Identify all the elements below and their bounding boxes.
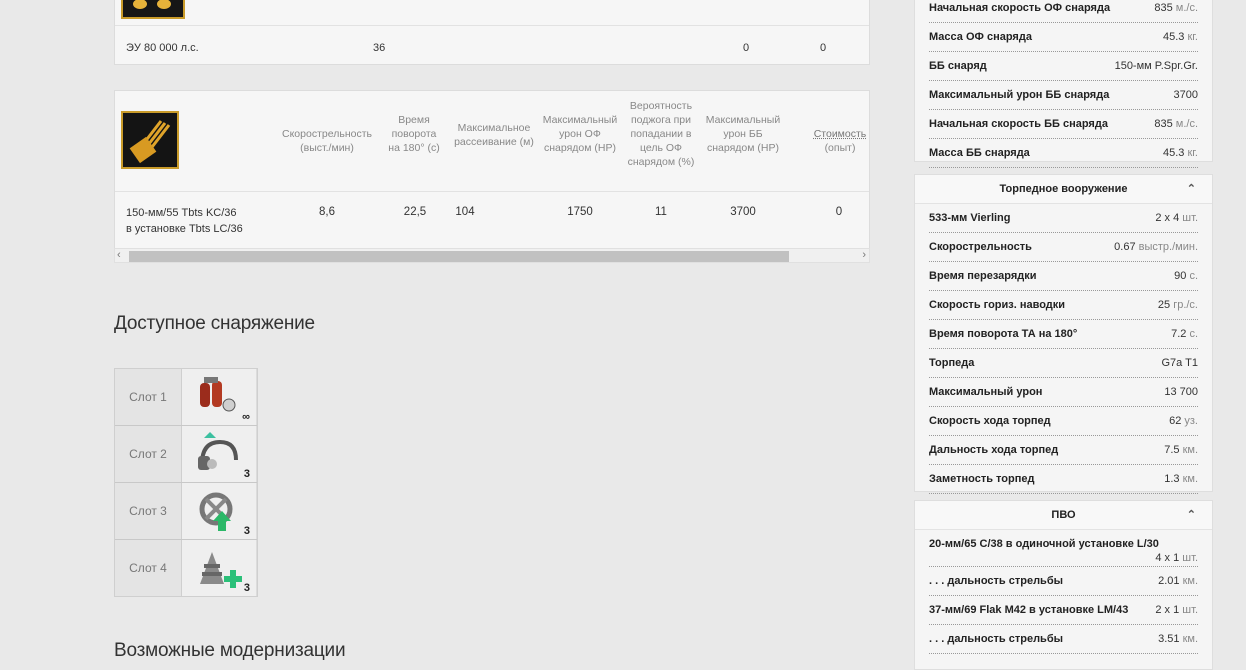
slot-count: 3 [243, 525, 250, 537]
slot-count: 3 [243, 582, 250, 594]
stat-row: Масса ББ снаряда 45.3 кг. [929, 139, 1198, 168]
stat-row: Дальность хода торпед 7.5 км. [929, 436, 1198, 465]
main-battery-table: Скорострельность (выст./мин) Время повор… [114, 90, 870, 250]
stat-row: Скорость хода торпед 62 уз. [929, 407, 1198, 436]
table-row: 150-мм/55 Tbts KC/36 в установке Tbts LC… [115, 192, 869, 248]
engine-boost-icon[interactable]: 3 [182, 483, 256, 539]
cell-rate-of-fire: 8,6 [319, 206, 335, 218]
stat-row: Начальная скорость ББ снаряда 835 м./с. [929, 110, 1198, 139]
stat-row: . . . дальность стрельбы 2.01 км. [929, 567, 1198, 596]
stat-row: 37-мм/69 Flak M42 в установке LM/43 2 x 1… [929, 596, 1198, 625]
stat-row: Торпеда G7a T1 [929, 349, 1198, 378]
slot-label: Слот 4 [115, 540, 182, 596]
horizontal-scrollbar[interactable]: ‹ › [114, 248, 870, 263]
cell-ap-damage: 3700 [730, 206, 756, 218]
cell-he-damage: 1750 [567, 206, 593, 218]
aa-section: ПВО ⌃ 20-мм/65 C/38 в одиночной установк… [914, 500, 1213, 670]
torpedo-section-header[interactable]: Торпедное вооружение ⌃ [915, 175, 1212, 204]
stat-row: Масса ОФ снаряда 45.3 кг. [929, 23, 1198, 52]
col-fire-chance: Вероятность поджога при попадании в цель… [627, 100, 695, 168]
stat-row: Заметность торпед 1.3 км. [929, 465, 1198, 494]
slot-2[interactable]: Слот 2 3 [115, 426, 257, 483]
stat-row: . . . дальность стрельбы 3.51 км. [929, 625, 1198, 654]
slot-count: 3 [243, 468, 250, 480]
engine-row: ЭУ 80 000 л.с. 36 0 0 [115, 26, 869, 64]
stat-row: Скорострельность 0.67 выстр./мин. [929, 233, 1198, 262]
cell-dispersion: 104 [455, 206, 475, 218]
col-rate-of-fire: Скорострельность (выст./мин) [282, 128, 372, 154]
stat-row: ББ снаряд 150-мм P.Spr.Gr. [929, 52, 1198, 81]
gun-turret-icon [121, 111, 179, 169]
slot-1[interactable]: Слот 1 ∞ [115, 369, 257, 426]
hydroacoustic-search-icon[interactable]: 3 [182, 426, 256, 482]
repair-party-icon[interactable]: 3 [182, 540, 256, 596]
col-turn-time: Время поворота на 180° (с) [388, 114, 440, 154]
col-cost-link[interactable]: Стоимость [805, 127, 869, 141]
col-he-damage: Максимальный урон ОФ снарядом (HP) [542, 114, 618, 154]
stat-row: Максимальный урон ББ снаряда 3700 [929, 81, 1198, 110]
damage-control-icon[interactable]: ∞ [182, 369, 256, 425]
slot-4[interactable]: Слот 4 3 [115, 540, 257, 596]
stat-row: Скорость гориз. наводки 25 гр./с. [929, 291, 1198, 320]
slot-3[interactable]: Слот 3 3 [115, 483, 257, 540]
stat-row: Максимальный урон 13 700 [929, 378, 1198, 407]
gun-name: 150-мм/55 Tbts KC/36 в установке Tbts LC… [126, 207, 243, 235]
main-battery-section: Начальная скорость ОФ снаряда 835 м./с. М… [914, 0, 1213, 168]
col-cost-unit: (опыт) [824, 142, 856, 154]
cell-cost: 0 [835, 206, 843, 218]
scroll-left-icon[interactable]: ‹ [117, 249, 121, 261]
engine-icon [121, 0, 185, 19]
stat-row: Время перезарядки 90 с. [929, 262, 1198, 291]
col-ap-damage: Максимальный урон ББ снарядом (HP) [705, 114, 781, 154]
slot-label: Слот 1 [115, 369, 182, 425]
stat-row: Начальная скорость ОФ снаряда 835 м./с. [929, 0, 1198, 23]
engine-table: ЭУ 80 000 л.с. 36 0 0 [114, 0, 870, 65]
engine-value-2: 0 [820, 42, 827, 54]
engine-value-1: 0 [743, 42, 750, 54]
col-dispersion: Максимальное рассеивание (м) [454, 122, 534, 148]
engine-speed: 36 [373, 42, 386, 54]
engine-header [115, 0, 869, 26]
aa-section-header[interactable]: ПВО ⌃ [915, 501, 1212, 530]
stat-row: 20-мм/65 C/38 в одиночной установке L/30… [929, 530, 1198, 567]
scroll-right-icon[interactable]: › [862, 249, 866, 261]
torpedo-section: Торпедное вооружение ⌃ 533-мм Vierling 2 … [914, 174, 1213, 494]
chevron-up-icon[interactable]: ⌃ [1187, 175, 1196, 203]
chevron-up-icon[interactable]: ⌃ [1187, 501, 1196, 529]
cell-fire-chance: 11 [655, 206, 667, 218]
engine-name: ЭУ 80 000 л.с. [126, 42, 199, 54]
slot-label: Слот 2 [115, 426, 182, 482]
slot-label: Слот 3 [115, 483, 182, 539]
scrollbar-thumb[interactable] [129, 251, 789, 262]
equipment-slots: Слот 1 ∞ Слот 2 3 Слот 3 3 Слот 4 3 [114, 368, 258, 597]
slot-count: ∞ [242, 411, 250, 423]
stat-row: Время поворота ТА на 180° 7.2 с. [929, 320, 1198, 349]
stat-row: 533-мм Vierling 2 x 4 шт. [929, 204, 1198, 233]
equipment-title: Доступное снаряжение [114, 313, 315, 334]
main-battery-header: Скорострельность (выст./мин) Время повор… [115, 91, 869, 192]
